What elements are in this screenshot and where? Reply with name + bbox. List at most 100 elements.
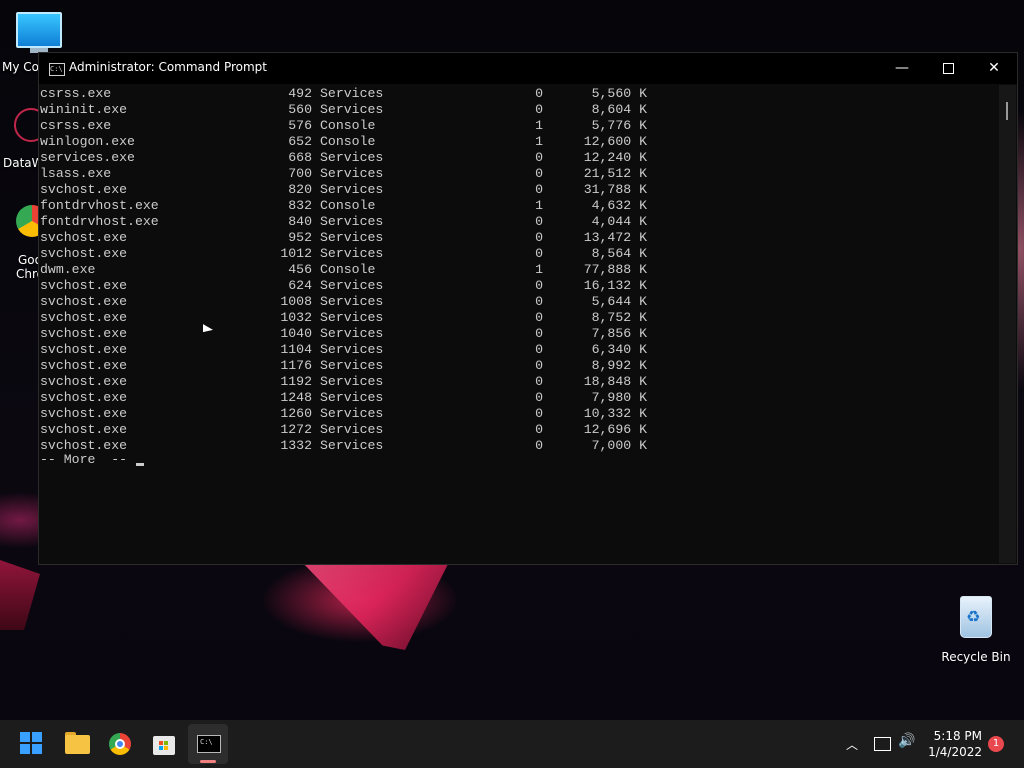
process-row: svchost.exe 1248 Services 0 7,980 K [39, 390, 659, 406]
cmd-app-icon: C:\ [49, 63, 65, 76]
process-session: Services [320, 230, 384, 245]
desktop-icon-my-computer[interactable]: My Co [0, 8, 78, 74]
process-session-number: 1 [535, 198, 543, 213]
process-session-number: 0 [535, 182, 543, 197]
process-pid: 1040 [280, 326, 312, 341]
process-row: dwm.exe 456 Console 1 77,888 K [39, 262, 659, 278]
store-icon [153, 736, 175, 755]
process-name: svchost.exe [40, 246, 128, 261]
process-session-number: 0 [535, 86, 543, 101]
process-memory: 8,752 K [591, 310, 647, 325]
clock-date[interactable]: 1/4/2022 [926, 745, 982, 759]
process-session: Services [320, 374, 384, 389]
process-memory: 12,240 K [583, 150, 647, 165]
process-session: Services [320, 342, 384, 357]
process-row: svchost.exe 1012 Services 0 8,564 K [39, 246, 659, 262]
process-row: csrss.exe 576 Console 1 5,776 K [39, 118, 659, 134]
process-pid: 700 [288, 166, 312, 181]
network-icon[interactable] [874, 737, 891, 751]
process-session: Services [320, 390, 384, 405]
process-pid: 1272 [280, 422, 312, 437]
wallpaper-shape [0, 560, 40, 630]
command-prompt-window[interactable]: C:\ Administrator: Command Prompt — ✕ cs… [38, 52, 1018, 565]
process-memory: 77,888 K [583, 262, 647, 277]
process-name: dwm.exe [40, 262, 96, 277]
process-memory: 4,632 K [591, 198, 647, 213]
window-titlebar[interactable]: C:\ Administrator: Command Prompt — ✕ [39, 53, 1017, 84]
process-memory: 7,856 K [591, 326, 647, 341]
process-pid: 1104 [280, 342, 312, 357]
process-memory: 12,696 K [583, 422, 647, 437]
taskbar: C:\ [0, 720, 1024, 768]
process-session: Services [320, 246, 384, 261]
process-row: svchost.exe 1104 Services 0 6,340 K [39, 342, 659, 358]
process-memory: 31,788 K [583, 182, 647, 197]
cmd-taskbar-button[interactable]: C:\ [188, 724, 228, 764]
wallpaper-shape [300, 560, 450, 650]
process-row: svchost.exe 1192 Services 0 18,848 K [39, 374, 659, 390]
volume-icon[interactable]: 🔊 [898, 733, 915, 749]
close-button[interactable]: ✕ [971, 53, 1017, 84]
process-memory: 16,132 K [583, 278, 647, 293]
process-pid: 624 [288, 278, 312, 293]
desktop-icon-datawrangler[interactable]: DataW [0, 108, 48, 170]
process-row: csrss.exe 492 Services 0 5,560 K [39, 86, 659, 102]
file-explorer-button[interactable] [57, 724, 97, 764]
desktop-icon-label: My Co [2, 60, 39, 74]
process-session-number: 0 [535, 230, 543, 245]
maximize-button[interactable] [925, 53, 971, 84]
process-name: svchost.exe [40, 374, 128, 389]
scrollbar-thumb[interactable] [1006, 102, 1008, 120]
process-pid: 832 [288, 198, 312, 213]
process-row: fontdrvhost.exe 840 Services 0 4,044 K [39, 214, 659, 230]
process-name: csrss.exe [40, 86, 112, 101]
process-session-number: 0 [535, 102, 543, 117]
process-pid: 668 [288, 150, 312, 165]
process-session: Services [320, 102, 384, 117]
chrome-taskbar-button[interactable] [100, 724, 140, 764]
process-memory: 8,992 K [591, 358, 647, 373]
process-session-number: 0 [535, 390, 543, 405]
start-button[interactable] [12, 724, 52, 764]
process-memory: 18,848 K [583, 374, 647, 389]
process-session-number: 0 [535, 150, 543, 165]
process-pid: 1032 [280, 310, 312, 325]
process-row: winlogon.exe 652 Console 1 12,600 K [39, 134, 659, 150]
process-row: svchost.exe 952 Services 0 13,472 K [39, 230, 659, 246]
process-pid: 1012 [280, 246, 312, 261]
process-session: Services [320, 278, 384, 293]
process-session: Services [320, 422, 384, 437]
vertical-scrollbar[interactable] [999, 85, 1016, 563]
console-output[interactable]: csrss.exe 492 Services 0 5,560 K wininit.exe 5… [39, 85, 997, 563]
process-session: Console [320, 198, 376, 213]
store-taskbar-button[interactable] [144, 724, 184, 764]
process-memory: 5,776 K [591, 118, 647, 133]
show-hidden-icons-chevron-icon[interactable]: ︿ [846, 736, 858, 753]
notification-badge[interactable]: 1 [988, 736, 1004, 752]
process-name: svchost.exe [40, 230, 128, 245]
process-session: Services [320, 326, 384, 341]
terminal-icon: C:\ [197, 735, 221, 753]
clock-time[interactable]: 5:18 PM [930, 729, 982, 743]
minimize-button[interactable]: — [879, 53, 925, 84]
window-title: Administrator: Command Prompt [69, 60, 267, 74]
process-memory: 6,340 K [591, 342, 647, 357]
process-pid: 820 [288, 182, 312, 197]
process-pid: 492 [288, 86, 312, 101]
desktop-icon-recycle-bin[interactable]: ♻ Recycle Bin [940, 596, 1012, 664]
process-name: csrss.exe [40, 118, 112, 133]
process-session-number: 0 [535, 374, 543, 389]
process-session: Services [320, 214, 384, 229]
more-prompt: -- More -- [40, 452, 128, 467]
process-session-number: 1 [535, 118, 543, 133]
process-pid: 652 [288, 134, 312, 149]
process-name: svchost.exe [40, 182, 128, 197]
text-cursor [136, 463, 144, 466]
process-memory: 21,512 K [583, 166, 647, 181]
process-session-number: 0 [535, 294, 543, 309]
process-row: svchost.exe 1260 Services 0 10,332 K [39, 406, 659, 422]
desktop-icon-chrome[interactable]: Goo Chro [0, 205, 48, 281]
process-memory: 5,644 K [591, 294, 647, 309]
process-session-number: 0 [535, 438, 543, 453]
process-name: svchost.exe [40, 278, 128, 293]
